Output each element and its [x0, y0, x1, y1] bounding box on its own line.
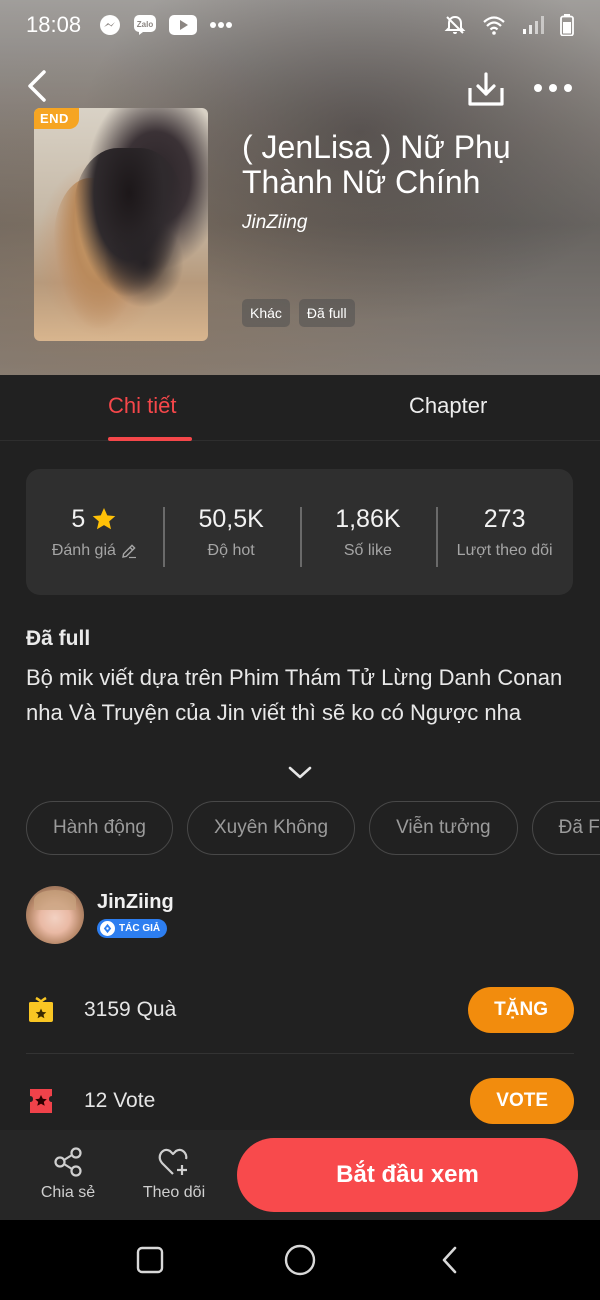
bell-off-icon: [444, 14, 466, 36]
zalo-icon: Zalo: [133, 14, 157, 36]
status-time: 18:08: [26, 12, 82, 37]
book-tags: Khác Đã full: [242, 299, 355, 327]
author-row: JinZiing TÁC GIẢ: [26, 885, 574, 945]
top-bar: [0, 66, 600, 110]
vote-unit: Vote: [113, 1089, 156, 1112]
vote-ticket-icon: [26, 1086, 56, 1116]
chevron-down-icon: [288, 766, 312, 779]
book-author[interactable]: JinZiing: [242, 212, 307, 234]
stat-label: Số like: [343, 541, 392, 559]
chevron-left-icon: [442, 1246, 457, 1274]
share-icon: [54, 1147, 82, 1177]
gift-icon: [26, 995, 56, 1025]
system-navigation-bar: [0, 1220, 600, 1300]
start-reading-button[interactable]: Bắt đầu xem: [237, 1138, 578, 1212]
gift-button[interactable]: TẶNG: [468, 987, 574, 1033]
end-badge: END: [34, 108, 79, 129]
stat-value: 1,86K: [335, 504, 401, 533]
follow-label: Theo dõi: [142, 1184, 206, 1201]
recent-apps-icon: [136, 1246, 164, 1274]
stat-value: 273: [483, 504, 526, 533]
more-dots-icon: [209, 21, 233, 29]
genre-list: Hành động Xuyên Không Viễn tưởng Đã F: [26, 801, 600, 855]
genre-chip[interactable]: Viễn tưởng: [369, 801, 518, 855]
stat-label: Đánh giá: [51, 541, 116, 559]
stats-card: 5 Đánh giá 50,5K Độ hot 1,86K Số like 27…: [26, 469, 573, 595]
download-button[interactable]: [466, 70, 506, 108]
share-label: Chia sẻ: [40, 1184, 96, 1201]
gift-unit: Quà: [136, 998, 177, 1021]
tag-chip[interactable]: Đã full: [298, 299, 355, 327]
author-avatar[interactable]: [26, 886, 84, 944]
youtube-icon: [169, 15, 198, 35]
vote-row: 12 Vote VOTE: [26, 1073, 574, 1129]
back-button[interactable]: [22, 66, 52, 106]
gift-row: 3159 Quà TẶNG: [26, 982, 574, 1038]
stat-value: 50,5K: [198, 504, 264, 533]
gift-count: 3159: [84, 998, 131, 1021]
wifi-icon: [482, 15, 506, 35]
genre-chip[interactable]: Đã F: [531, 801, 600, 855]
stat-label: Lượt theo dõi: [456, 541, 553, 559]
vote-count: 12: [84, 1089, 108, 1112]
book-title: ( JenLisa ) Nữ Phụ Thành Nữ Chính: [242, 129, 511, 200]
book-cover: [34, 108, 208, 341]
svg-text:Zalo: Zalo: [137, 20, 154, 29]
star-icon: [93, 507, 116, 530]
book-header: 18:08 Zalo END (JenLisa) Nữ Phụ Thành …: [0, 0, 600, 375]
stat-rating[interactable]: 5 Đánh giá: [26, 505, 163, 560]
status-bar: 18:08 Zalo: [0, 0, 600, 50]
stat-value: 5: [71, 504, 86, 533]
system-back-button[interactable]: [430, 1242, 470, 1278]
author-badge: TÁC GIẢ: [97, 919, 168, 938]
pencil-icon: [122, 543, 136, 558]
home-circle-icon: [284, 1244, 316, 1276]
genre-chip[interactable]: Hành động: [26, 801, 173, 855]
tag-chip[interactable]: Khác: [242, 299, 290, 327]
chevron-left-icon: [28, 70, 46, 102]
stat-followers: 273 Lượt theo dõi: [436, 504, 573, 567]
more-horizontal-icon: [534, 84, 572, 92]
genre-chip[interactable]: Xuyên Không: [186, 801, 356, 855]
expand-description-button[interactable]: [286, 763, 314, 783]
recent-apps-button[interactable]: [130, 1242, 170, 1278]
signal-icon: [522, 15, 544, 35]
tab-bar: Chi tiết Chapter: [0, 375, 600, 441]
more-options-button[interactable]: [532, 76, 574, 100]
stat-label: Độ hot: [207, 541, 255, 559]
vote-button[interactable]: VOTE: [470, 1078, 574, 1124]
active-tab-indicator: [108, 437, 192, 441]
pen-nib-icon: [100, 921, 115, 936]
book-description: Bộ mik viết dựa trên Phim Thám Tử Lừng D…: [26, 665, 563, 725]
author-badge-label: TÁC GIẢ: [119, 923, 161, 934]
follow-button[interactable]: Theo dõi: [140, 1146, 208, 1202]
tab-detail[interactable]: Chi tiết: [108, 393, 176, 419]
heart-plus-icon: [158, 1148, 188, 1175]
author-name[interactable]: JinZiing: [97, 891, 174, 914]
detail-panel: Chi tiết Chapter 5 Đánh giá 50,5K Độ hot…: [0, 375, 600, 1130]
battery-icon: [560, 14, 574, 36]
stat-likes: 1,86K Số like: [299, 504, 437, 567]
share-button[interactable]: Chia sẻ: [38, 1146, 98, 1202]
messenger-icon: [99, 14, 121, 36]
tab-chapter[interactable]: Chapter: [409, 393, 487, 419]
bottom-action-bar: Chia sẻ Theo dõi Bắt đầu xem: [0, 1130, 600, 1220]
stat-hot: 50,5K Độ hot: [162, 504, 300, 567]
divider: [26, 1053, 574, 1054]
home-button[interactable]: [280, 1242, 320, 1278]
completion-status: Đã full: [26, 627, 91, 650]
download-icon: [468, 72, 504, 106]
